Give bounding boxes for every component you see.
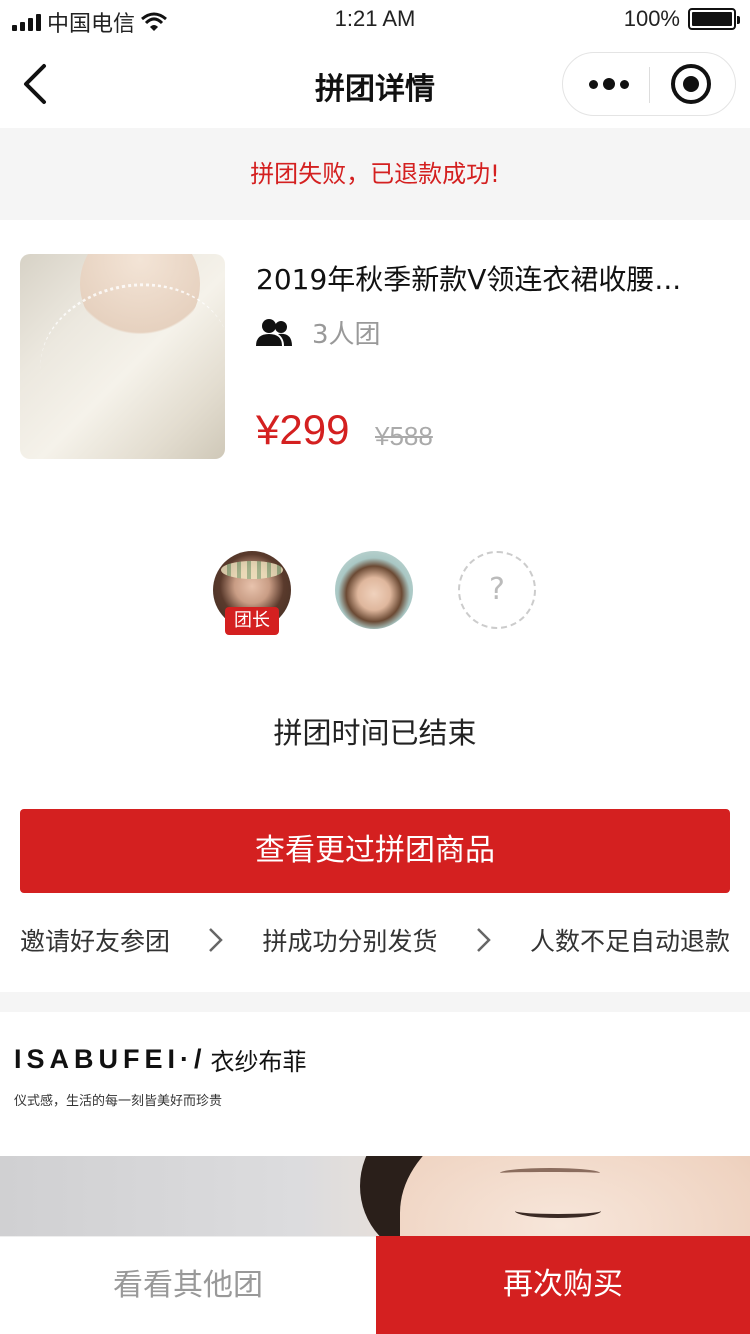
battery-icon xyxy=(688,8,740,30)
original-price: ¥588 xyxy=(375,421,433,451)
product-title[interactable]: 2019年秋季新款V领连衣裙收腰... xyxy=(256,258,716,298)
brand-logo-en: ISABUFEI·/ xyxy=(14,1044,207,1074)
battery-percent: 100% xyxy=(623,6,680,31)
product-image[interactable] xyxy=(20,254,225,459)
more-dots-icon[interactable] xyxy=(589,53,629,115)
brand-logo[interactable]: ISABUFEI·/ 衣纱布菲 xyxy=(14,1042,307,1077)
chevron-right-icon xyxy=(209,928,224,952)
group-people-icon xyxy=(256,318,292,346)
refund-banner: 拼团失败，已退款成功! xyxy=(0,128,750,220)
section-divider xyxy=(0,992,750,1012)
step-refund: 人数不足自动退款 xyxy=(529,927,730,956)
target-circle-icon[interactable] xyxy=(671,64,711,104)
battery-group: 100% xyxy=(623,6,740,32)
avatar-member xyxy=(335,551,413,629)
brand-tagline: 仪式感，生活的每一刻皆美好而珍贵 xyxy=(14,1094,223,1109)
view-group-products-button[interactable]: 查看更过拼团商品 xyxy=(20,809,730,893)
step-invite: 邀请好友参团 xyxy=(20,927,171,956)
mini-program-capsule xyxy=(562,52,736,116)
step-ship: 拼成功分别发货 xyxy=(262,927,438,956)
group-steps: 邀请好友参团 拼成功分别发货 人数不足自动退款 xyxy=(20,920,730,960)
capsule-divider xyxy=(649,67,650,103)
buy-again-button[interactable]: 再次购买 xyxy=(376,1236,750,1334)
bottom-action-bar: 看看其他团 再次购买 xyxy=(0,1236,750,1334)
group-price: ¥299 xyxy=(256,406,350,453)
brand-logo-cn: 衣纱布菲 xyxy=(210,1048,307,1076)
avatar-empty-slot: ? xyxy=(458,551,536,629)
group-size-label: 3人团 xyxy=(312,320,381,350)
leader-badge: 团长 xyxy=(225,607,279,635)
group-size-row: 3人团 xyxy=(256,314,381,351)
brand-banner-image[interactable] xyxy=(0,1156,750,1238)
view-other-groups-button[interactable]: 看看其他团 xyxy=(0,1236,376,1334)
status-bar: 中国电信 1:21 AM 100% xyxy=(0,0,750,42)
group-status-text: 拼团时间已结束 xyxy=(273,716,477,750)
nav-bar: 拼团详情 xyxy=(0,42,750,128)
chevron-right-icon xyxy=(476,928,491,952)
